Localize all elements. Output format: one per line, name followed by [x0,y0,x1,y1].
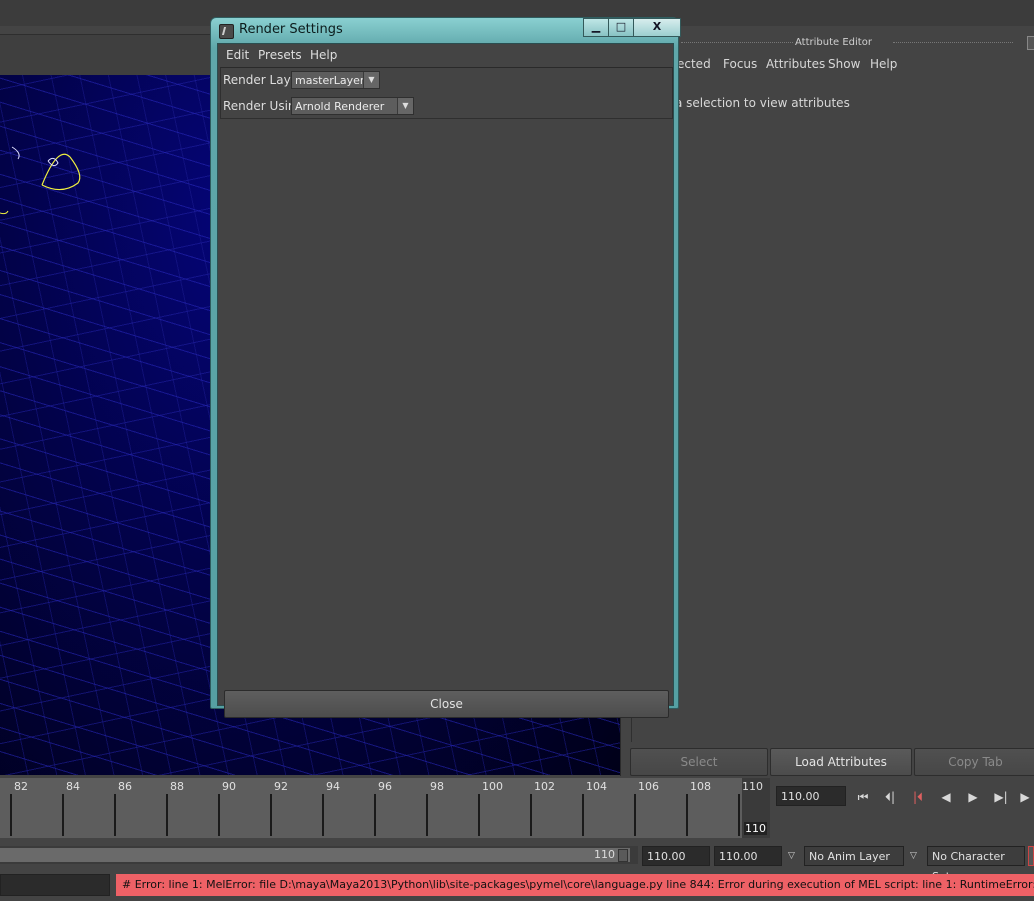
timeline-tick [374,794,376,836]
timeline-tick-label: 108 [690,780,711,793]
viewport-toolbar [0,34,212,76]
command-input[interactable] [0,874,110,896]
copy-tab-button[interactable]: Copy Tab [914,748,1034,776]
range-handle[interactable] [618,849,628,862]
render-layer-value: masterLayer [295,74,365,87]
timeline-tick-label: 84 [66,780,80,793]
render-settings-window: Render Settings ▁ □ X Edit Presets Help … [210,17,681,718]
caption-buttons: ▁ □ X [583,18,681,37]
step-back-frame-icon[interactable]: |⏴ [907,788,929,806]
timeline-tick [270,794,272,836]
timeline-tick [114,794,116,836]
play-backwards-icon[interactable]: ◀ [935,788,957,806]
timeline-tick-label: 106 [638,780,659,793]
current-time-field[interactable]: 110.00 [776,786,846,806]
play-forwards-icon[interactable]: ▶ [962,788,984,806]
timeline-tick [62,794,64,836]
panel-grip [681,42,793,45]
menu-help[interactable]: Help [310,48,337,62]
maya-window-icon [219,24,234,39]
menu-selected[interactable]: ected [677,57,711,71]
timeline-tick [634,794,636,836]
close-button[interactable]: Close [224,690,669,718]
chevron-down-icon[interactable]: ▽ [910,846,917,866]
timeline-tick-label: 102 [534,780,555,793]
render-using-value: Arnold Renderer [295,100,385,113]
time-slider-end: 110 110 [742,778,770,838]
command-error-output: # Error: line 1: MelError: file D:\maya\… [116,874,1034,896]
attribute-editor-titlebar[interactable]: Attribute Editor [621,36,1034,50]
attribute-editor-content [631,82,1034,742]
timeline-tick [582,794,584,836]
chevron-down-icon[interactable]: ▽ [788,846,795,866]
render-layer-dropdown[interactable]: masterLayer ▼ [291,71,380,89]
timeline-tick [322,794,324,836]
white-curve [11,146,20,160]
timeline-tick-label: 92 [274,780,288,793]
render-settings-menubar: Edit Presets Help [218,44,673,66]
timeline-tick [478,794,480,836]
timeline-tick-label: 96 [378,780,392,793]
step-forward-key-icon[interactable]: ▶| [990,788,1012,806]
range-slider[interactable]: 110 [0,846,638,864]
load-attributes-button[interactable]: Load Attributes [770,748,912,776]
select-button[interactable]: Select [630,748,768,776]
selected-curve [41,153,81,191]
range-end-field[interactable]: 110.00 [714,846,782,866]
anim-layer-dropdown[interactable]: No Anim Layer [804,846,904,866]
timeline-tick-label: 104 [586,780,607,793]
time-slider[interactable]: 82 84 86 88 90 92 94 96 98 100 102 104 106 108 [0,778,742,838]
yellow-mark [0,210,9,215]
menu-edit[interactable]: Edit [226,48,249,62]
range-slider-fill [0,848,630,862]
timeline-tick [530,794,532,836]
time-end-label: 110 [742,780,763,793]
timeline-tick [10,794,12,836]
menu-attributes[interactable]: Attributes [766,57,825,71]
timeline-tick [738,794,740,836]
menu-presets[interactable]: Presets [258,48,302,62]
float-panel-icon[interactable] [1027,36,1034,50]
timeline-tick-label: 90 [222,780,236,793]
menu-help[interactable]: Help [870,57,897,71]
range-start-field[interactable]: 110.00 [642,846,710,866]
render-settings-body: Edit Presets Help Render Layer masterLay… [217,43,674,718]
timeline-tick [166,794,168,836]
go-to-end-icon[interactable]: ▶ [1016,788,1034,806]
maximize-icon[interactable]: □ [608,18,634,37]
timeline-tick-label: 94 [326,780,340,793]
attribute-editor-menubar: ected Focus Attributes Show Help [621,54,1034,74]
render-using-dropdown[interactable]: Arnold Renderer ▼ [291,97,414,115]
panel-grip [893,42,1013,45]
attribute-editor-panel: Attribute Editor ected Focus Attributes … [620,30,1034,776]
character-set-dropdown[interactable]: No Character Set [927,846,1025,883]
timeline-tick-label: 82 [14,780,28,793]
chevron-down-icon: ▼ [397,98,413,114]
timeline-tick [426,794,428,836]
timeline-tick-label: 88 [170,780,184,793]
step-back-key-icon[interactable]: ⏴| [879,788,901,806]
auto-key-icon[interactable] [1028,846,1034,866]
timeline-tick [218,794,220,836]
timeline-tick-label: 100 [482,780,503,793]
current-frame-marker: 110 [744,822,767,835]
close-icon[interactable]: X [633,18,681,37]
menu-show[interactable]: Show [828,57,860,71]
no-selection-message: a selection to view attributes [675,96,850,110]
menu-focus[interactable]: Focus [723,57,757,71]
chevron-down-icon: ▼ [363,72,379,88]
window-title: Render Settings [239,22,343,37]
range-end-label: 110 [594,848,615,861]
go-to-start-icon[interactable]: ⏮ [852,788,874,806]
timeline-tick [686,794,688,836]
render-options-group: Render Layer masterLayer ▼ Render Using … [220,67,673,119]
minimize-icon[interactable]: ▁ [583,18,609,37]
attribute-editor-title: Attribute Editor [795,37,872,48]
timeline-tick-label: 86 [118,780,132,793]
timeline-tick-label: 98 [430,780,444,793]
